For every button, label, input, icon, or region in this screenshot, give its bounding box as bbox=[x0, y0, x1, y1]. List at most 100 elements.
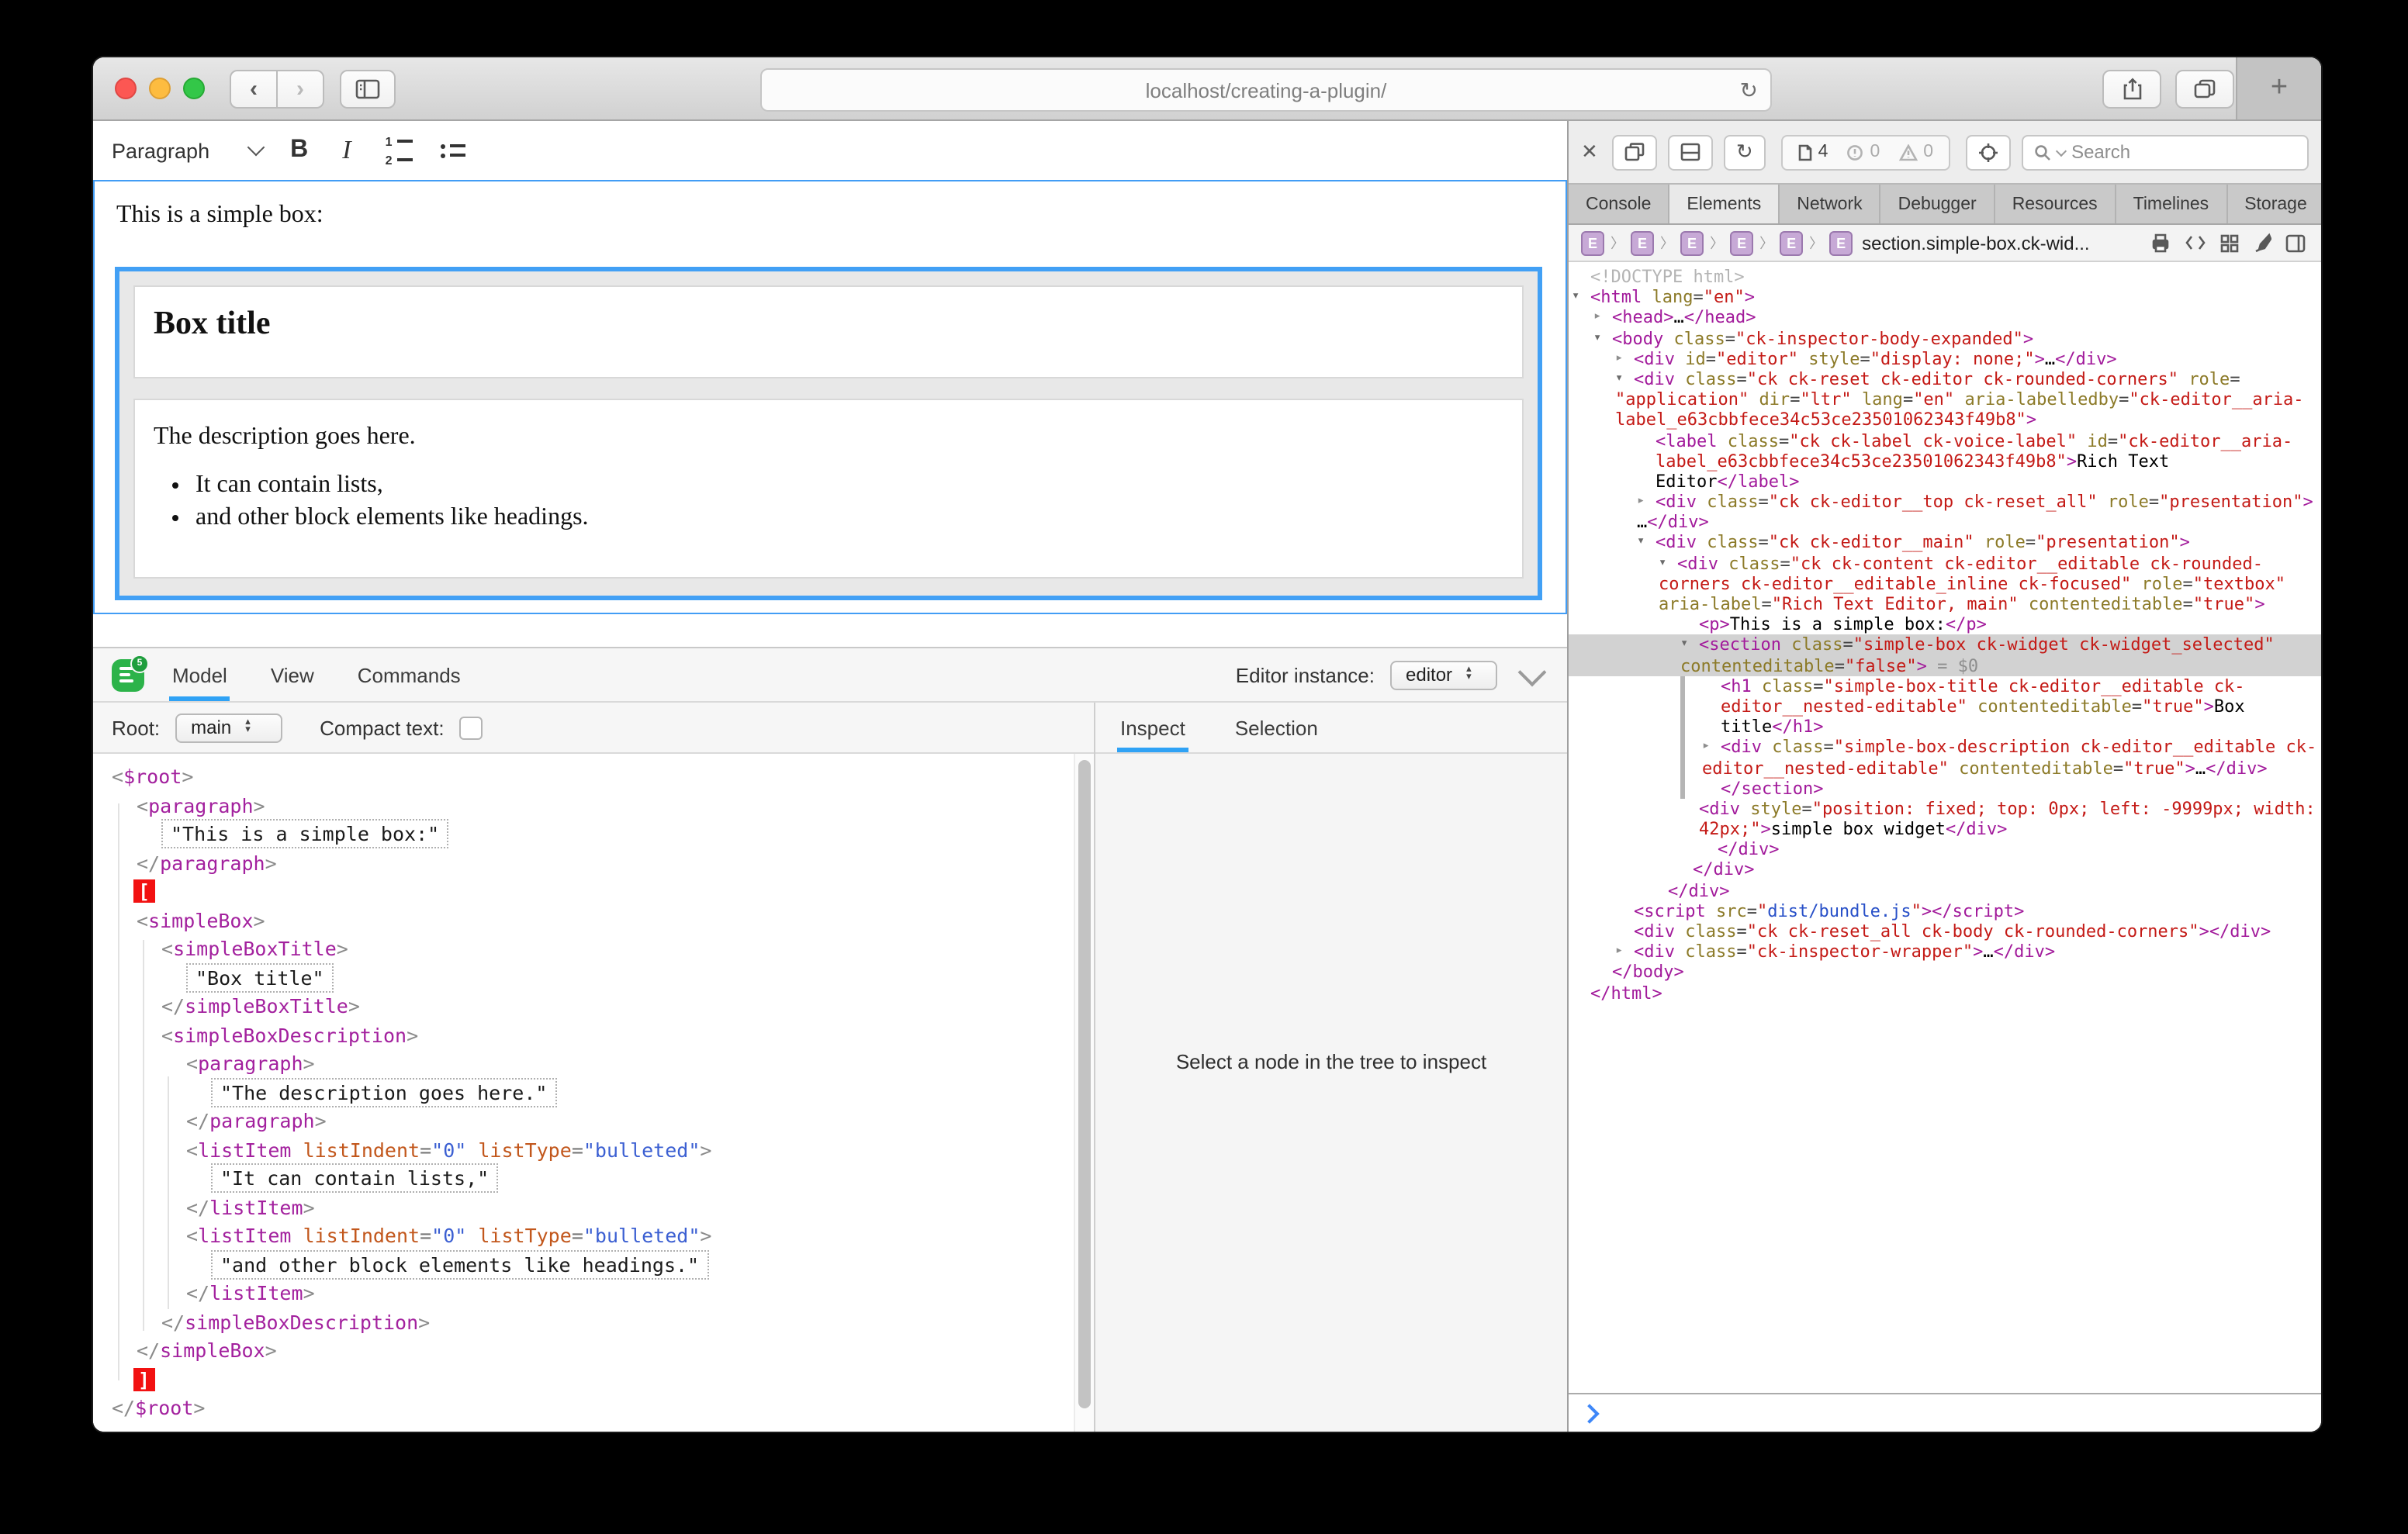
dom-tree-row[interactable]: </div> bbox=[1569, 860, 2321, 880]
dom-tree-row[interactable]: ▾<section class="simple-box ck-widget ck… bbox=[1569, 635, 2321, 655]
dom-tree-row[interactable]: corners ck-editor__editable_inline ck-fo… bbox=[1569, 574, 2321, 594]
model-tree-row[interactable]: "Box title" bbox=[93, 964, 1094, 993]
dom-tree-row[interactable]: </section> bbox=[1569, 778, 2321, 798]
numbered-list-button[interactable]: 1 2 bbox=[386, 134, 413, 167]
close-devtools-button[interactable]: ✕ bbox=[1581, 140, 1598, 164]
breadcrumb-label[interactable]: section.simple-box.ck-wid... bbox=[1862, 232, 2089, 254]
inspector-tab-commands[interactable]: Commands bbox=[355, 648, 464, 701]
dom-tree-row[interactable]: <script src="dist/bundle.js"></script> bbox=[1569, 901, 2321, 921]
expand-arrow-down-icon[interactable]: ▾ bbox=[1593, 328, 1601, 348]
expand-arrow-down-icon[interactable]: ▾ bbox=[1659, 553, 1666, 573]
dom-tree-row[interactable]: </body> bbox=[1569, 962, 2321, 983]
dom-tree-row[interactable]: ▾<div class="ck ck-reset ck-editor ck-ro… bbox=[1569, 369, 2321, 389]
model-tree-row[interactable]: <listItem listIndent="0" listType="bulle… bbox=[93, 1222, 1094, 1251]
breadcrumb-element-icon[interactable]: E bbox=[1780, 230, 1803, 255]
dom-tree-row[interactable]: ▸<div id="editor" style="display: none;"… bbox=[1569, 349, 2321, 369]
model-tree-row[interactable]: <paragraph> bbox=[93, 792, 1094, 821]
expand-arrow-right-icon[interactable]: ▸ bbox=[1702, 738, 1710, 758]
model-tree-row[interactable]: <$root> bbox=[93, 763, 1094, 792]
dom-tree-row[interactable]: <!DOCTYPE html> bbox=[1569, 267, 2321, 287]
expand-arrow-down-icon[interactable]: ▾ bbox=[1637, 533, 1645, 553]
detach-button[interactable] bbox=[1612, 134, 1657, 170]
breadcrumb-element-icon[interactable]: E bbox=[1631, 230, 1654, 255]
dom-tree-row[interactable]: editor__nested-editable" contenteditable… bbox=[1569, 758, 2321, 778]
dom-tree-row[interactable]: <div style="position: fixed; top: 0px; l… bbox=[1569, 799, 2321, 819]
devtools-search-input[interactable]: Search bbox=[2022, 134, 2309, 170]
dom-tree-row[interactable]: label_e63cbbfece34c53ce23501062343f49b8"… bbox=[1569, 410, 2321, 430]
dom-tree-row[interactable]: ▸<div class="ck-inspector-wrapper">…</di… bbox=[1569, 941, 2321, 962]
dom-tree-row[interactable]: <p>This is a simple box:</p> bbox=[1569, 614, 2321, 634]
devtools-tab-console[interactable]: Console bbox=[1569, 185, 1669, 223]
code-brackets-icon[interactable] bbox=[2185, 234, 2206, 251]
dom-tree-row[interactable]: Editor</label> bbox=[1569, 472, 2321, 492]
dock-bottom-button[interactable] bbox=[1668, 134, 1713, 170]
devtools-tab-elements[interactable]: Elements bbox=[1669, 185, 1780, 223]
devtools-tab-network[interactable]: Network bbox=[1780, 185, 1880, 223]
error-count[interactable]: 0 bbox=[1846, 143, 1880, 161]
intro-paragraph[interactable]: This is a simple box: bbox=[116, 202, 323, 230]
editor-content[interactable]: This is a simple box: Box title The desc… bbox=[93, 180, 1567, 614]
details-sidebar-icon[interactable] bbox=[2285, 233, 2306, 252]
minimize-button[interactable] bbox=[149, 78, 171, 99]
expand-arrow-down-icon[interactable]: ▾ bbox=[1572, 287, 1579, 307]
model-tree-row[interactable]: </simpleBoxDescription> bbox=[93, 1308, 1094, 1337]
dom-tree-row[interactable]: ▾<body class="ck-inspector-body-expanded… bbox=[1569, 328, 2321, 348]
grid-icon[interactable] bbox=[2220, 233, 2239, 252]
compact-text-checkbox[interactable] bbox=[460, 716, 483, 739]
model-tree-row[interactable]: </$root> bbox=[93, 1394, 1094, 1423]
dom-tree-row[interactable]: aria-label="Rich Text Editor, main" cont… bbox=[1569, 594, 2321, 614]
dom-tree-row[interactable]: ▸<div class="simple-box-description ck-e… bbox=[1569, 738, 2321, 758]
expand-arrow-right-icon[interactable]: ▸ bbox=[1615, 941, 1623, 962]
model-tree-row[interactable]: </simpleBoxTitle> bbox=[93, 993, 1094, 1021]
devtools-tab-debugger[interactable]: Debugger bbox=[1881, 185, 1995, 223]
back-button[interactable]: ‹ bbox=[230, 69, 278, 108]
breadcrumb-element-icon[interactable]: E bbox=[1680, 230, 1704, 255]
dom-tree-row[interactable]: <h1 class="simple-box-title ck-editor__e… bbox=[1569, 676, 2321, 696]
expand-arrow-right-icon[interactable]: ▸ bbox=[1593, 308, 1601, 328]
new-tab-button[interactable]: + bbox=[2236, 57, 2321, 119]
inspector-tab-view[interactable]: View bbox=[268, 648, 317, 701]
box-list-item[interactable]: It can contain lists, bbox=[195, 472, 1503, 499]
console-prompt[interactable] bbox=[1569, 1393, 2321, 1432]
expand-arrow-right-icon[interactable]: ▸ bbox=[1615, 349, 1623, 369]
model-tree-row[interactable]: </paragraph> bbox=[93, 1107, 1094, 1136]
dom-tree-row[interactable]: title</h1> bbox=[1569, 717, 2321, 737]
devtools-tab-storage[interactable]: Storage bbox=[2227, 185, 2321, 223]
element-picker-button[interactable] bbox=[1966, 134, 2011, 170]
model-tree-row[interactable]: </simpleBox> bbox=[93, 1337, 1094, 1366]
simple-box-description-area[interactable]: The description goes here. It can contai… bbox=[133, 399, 1524, 579]
dom-tree-row[interactable]: ▾<html lang="en"> bbox=[1569, 287, 2321, 307]
breadcrumb-element-icon[interactable]: E bbox=[1829, 230, 1853, 255]
dom-tree-row[interactable]: </html> bbox=[1569, 983, 2321, 1003]
box-title[interactable]: Box title bbox=[154, 304, 1503, 343]
dom-tree-row[interactable]: …</div> bbox=[1569, 513, 2321, 533]
bold-button[interactable]: B bbox=[290, 136, 308, 164]
model-tree-row[interactable]: <simpleBoxTitle> bbox=[93, 935, 1094, 964]
devtools-tab-resources[interactable]: Resources bbox=[1995, 185, 2116, 223]
model-tree-row[interactable]: "The description goes here." bbox=[93, 1079, 1094, 1107]
model-tree-row[interactable]: <simpleBox> bbox=[93, 907, 1094, 935]
share-button[interactable] bbox=[2102, 70, 2161, 109]
bulleted-list-button[interactable] bbox=[441, 143, 466, 157]
dom-tree-row[interactable]: </div> bbox=[1569, 840, 2321, 860]
devtools-reload-button[interactable]: ↻ bbox=[1724, 134, 1766, 170]
dom-tree-row[interactable]: contenteditable="false"> = $0 bbox=[1569, 655, 2321, 675]
dom-tree-row[interactable]: ▸<head>…</head> bbox=[1569, 308, 2321, 328]
styles-brush-icon[interactable] bbox=[2253, 233, 2271, 253]
dom-tree-row[interactable]: 42px;">simple box widget</div> bbox=[1569, 819, 2321, 839]
devtools-tab-timelines[interactable]: Timelines bbox=[2116, 185, 2228, 223]
model-tree-row[interactable]: "and other block elements like headings.… bbox=[93, 1251, 1094, 1280]
breadcrumb-element-icon[interactable]: E bbox=[1581, 230, 1604, 255]
breadcrumb-element-icon[interactable]: E bbox=[1730, 230, 1753, 255]
model-tree-row[interactable]: <listItem listIndent="0" listType="bulle… bbox=[93, 1136, 1094, 1165]
forward-button[interactable]: › bbox=[278, 69, 324, 108]
print-icon[interactable] bbox=[2150, 233, 2171, 253]
expand-arrow-down-icon[interactable]: ▾ bbox=[1615, 369, 1623, 389]
model-tree-row[interactable]: "This is a simple box:" bbox=[93, 821, 1094, 849]
box-list-item[interactable]: and other block elements like headings. bbox=[195, 504, 1503, 532]
editor-instance-select[interactable]: editor ▴▾ bbox=[1390, 660, 1497, 689]
model-tree-row[interactable]: </paragraph> bbox=[93, 849, 1094, 878]
paragraph-dropdown[interactable]: Paragraph bbox=[112, 139, 262, 162]
dom-tree-row[interactable]: ▸<div class="ck ck-editor__top ck-reset_… bbox=[1569, 492, 2321, 512]
address-bar[interactable]: localhost/creating-a-plugin/ ↻ bbox=[760, 68, 1772, 112]
